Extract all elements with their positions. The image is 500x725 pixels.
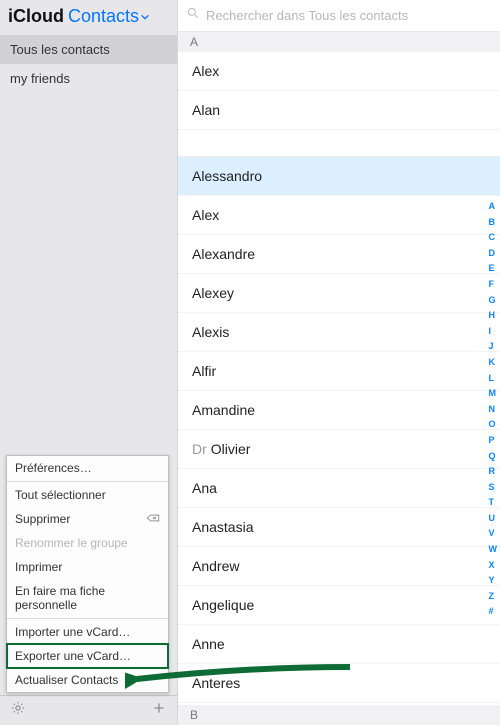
sidebar-footer (0, 695, 177, 725)
sidebar-group-item[interactable]: my friends (0, 64, 177, 93)
alpha-index-letter[interactable]: L (489, 372, 498, 385)
app-title[interactable]: iCloud Contacts (0, 0, 177, 35)
alpha-index-letter[interactable]: W (489, 543, 498, 556)
contact-list: Alex Alan Alessandro Alex Alexandre Alexey Al… (178, 52, 500, 705)
alpha-index-letter[interactable]: X (489, 559, 498, 572)
contact-row[interactable]: Alfir (178, 352, 500, 391)
contact-row[interactable]: Alexey (178, 274, 500, 313)
alpha-index-letter[interactable]: I (489, 325, 498, 338)
alpha-index-letter[interactable]: R (489, 465, 498, 478)
alpha-index-letter[interactable]: C (489, 231, 498, 244)
gear-icon[interactable] (10, 700, 26, 721)
contact-row[interactable]: Alessandro (178, 157, 500, 196)
alpha-index-letter[interactable]: P (489, 434, 498, 447)
contact-name: Alex (192, 207, 219, 223)
alpha-index-letter[interactable]: E (489, 262, 498, 275)
contact-name: Alexandre (192, 246, 255, 262)
menu-export-vcard[interactable]: Exporter une vCard… (7, 644, 168, 668)
contact-name: Alan (192, 102, 220, 118)
alpha-index-letter[interactable]: Y (489, 574, 498, 587)
alpha-index-letter[interactable]: # (489, 605, 498, 618)
contact-row[interactable]: DrOlivier (178, 430, 500, 469)
alpha-index-letter[interactable]: B (489, 216, 498, 229)
contact-name: Anastasia (192, 519, 253, 535)
contact-name: Andrew (192, 558, 239, 574)
menu-preferences[interactable]: Préférences… (7, 456, 168, 480)
contact-row[interactable]: Anteres (178, 664, 500, 703)
alpha-index-letter[interactable]: M (489, 387, 498, 400)
contact-row[interactable]: Ana (178, 469, 500, 508)
contact-name: Angelique (192, 597, 254, 613)
alpha-index-letter[interactable]: V (489, 527, 498, 540)
contact-row[interactable]: Audrey (178, 703, 500, 705)
search-icon (186, 6, 200, 25)
chevron-down-icon (140, 6, 150, 27)
menu-separator (7, 618, 168, 619)
sidebar-group-item[interactable]: Tous les contacts (0, 35, 177, 64)
menu-rename-group: Renommer le groupe (7, 531, 168, 555)
contact-row[interactable]: Amandine (178, 391, 500, 430)
alpha-index-letter[interactable]: U (489, 512, 498, 525)
alpha-index-letter[interactable]: J (489, 340, 498, 353)
contact-row[interactable]: Alan (178, 91, 500, 130)
contact-name: Alessandro (192, 168, 262, 184)
contact-name: Alex (192, 63, 219, 79)
menu-select-all[interactable]: Tout sélectionner (7, 483, 168, 507)
alpha-index-letter[interactable]: K (489, 356, 498, 369)
plus-icon[interactable] (151, 700, 167, 721)
menu-delete[interactable]: Supprimer (7, 507, 168, 531)
alpha-index-letter[interactable]: Q (489, 450, 498, 463)
alpha-index-letter[interactable]: T (489, 496, 498, 509)
search-input[interactable] (206, 8, 492, 23)
main-panel: A Alex Alan Alessandro Alex Alexandre Alexey… (178, 0, 500, 725)
alpha-index-letter[interactable]: G (489, 294, 498, 307)
contact-name: Alexis (192, 324, 229, 340)
alpha-index-letter[interactable]: D (489, 247, 498, 260)
contact-name: Ana (192, 480, 217, 496)
alpha-index-letter[interactable]: H (489, 309, 498, 322)
contact-row[interactable]: Alex (178, 196, 500, 235)
menu-print[interactable]: Imprimer (7, 555, 168, 579)
menu-make-my-card[interactable]: En faire ma fiche personnelle (7, 579, 168, 617)
alpha-index-letter[interactable]: A (489, 200, 498, 213)
section-switcher[interactable]: Contacts (68, 6, 150, 27)
contact-name: Anteres (192, 675, 240, 691)
contact-name: Amandine (192, 402, 255, 418)
alpha-index-letter[interactable]: O (489, 418, 498, 431)
search-bar[interactable] (178, 0, 500, 32)
menu-refresh-contacts[interactable]: Actualiser Contacts (7, 668, 168, 692)
alpha-index-letter[interactable]: N (489, 403, 498, 416)
contact-prefix: Dr (192, 441, 211, 457)
app-name: iCloud (8, 6, 64, 27)
contact-row[interactable]: Anne (178, 625, 500, 664)
menu-import-vcard[interactable]: Importer une vCard… (7, 620, 168, 644)
delete-icon (146, 512, 160, 526)
alpha-index-letter[interactable]: S (489, 481, 498, 494)
section-header-b: B (178, 705, 500, 725)
contact-row[interactable]: Andrew (178, 547, 500, 586)
contact-row[interactable]: Angelique (178, 586, 500, 625)
alpha-index-letter[interactable]: F (489, 278, 498, 291)
contact-separator (178, 130, 500, 157)
contact-name: Alfir (192, 363, 216, 379)
alpha-index: ABCDEFGHIJKLMNOPQRSTUVWXYZ # (489, 200, 498, 618)
contact-row[interactable]: Anastasia (178, 508, 500, 547)
contact-name: Olivier (211, 441, 251, 457)
contact-row[interactable]: Alex (178, 52, 500, 91)
settings-menu: Préférences… Tout sélectionner Supprimer… (6, 455, 169, 693)
alpha-index-letter[interactable]: Z (489, 590, 498, 603)
section-name: Contacts (68, 6, 139, 27)
contact-name: Alexey (192, 285, 234, 301)
contact-name: Anne (192, 636, 225, 652)
menu-separator (7, 481, 168, 482)
contact-row[interactable]: Alexandre (178, 235, 500, 274)
contact-row[interactable]: Alexis (178, 313, 500, 352)
section-header-a: A (178, 32, 500, 52)
